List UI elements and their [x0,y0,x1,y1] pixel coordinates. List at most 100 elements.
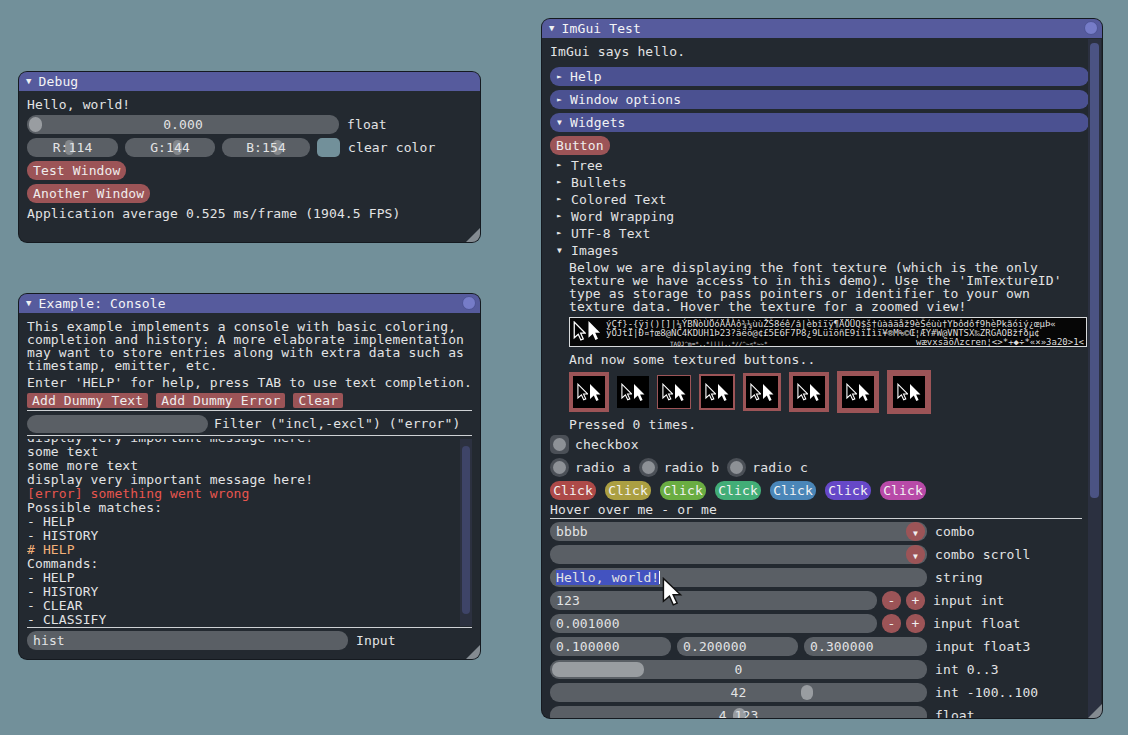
string-input-value: Hello, world! [556,570,659,585]
click-button-1[interactable]: Click [550,481,596,500]
resize-grip[interactable] [466,228,480,242]
combo[interactable]: bbbb ▼ [550,522,927,541]
image-button-2[interactable] [617,376,649,408]
window-scrollbar-grab[interactable] [1090,43,1099,498]
log-scrollbar-track[interactable] [460,439,472,626]
resize-grip[interactable] [1088,704,1102,718]
input-float3-z-value: 0.300000 [804,637,927,656]
input-int-label: input int [933,591,1005,610]
input-int-field[interactable]: 123 [550,591,877,610]
input-float-value: 0.001000 [550,614,877,633]
click-button-5[interactable]: Click [770,481,816,500]
image-button-5[interactable] [743,373,781,411]
checkbox-mark [553,438,566,451]
another-window-button[interactable]: Another Window [27,184,150,203]
slider-int-0-3[interactable]: 0 [550,660,927,679]
color-g-value: G:144 [125,138,215,157]
header-help[interactable]: ► Help [550,67,1089,86]
input-int-minus-button[interactable]: - [882,591,901,610]
console-input[interactable]: hist [27,631,348,650]
slider-int-100-label: int -100..100 [935,683,1038,702]
collapse-arrow-icon[interactable]: ▼ [26,77,32,86]
hello-text: Hello, world! [27,98,472,111]
console-log[interactable]: display very important message here! som… [27,439,472,626]
header-label: Widgets [570,115,626,130]
combo-scroll[interactable]: ▼ [550,545,927,564]
log-scrollbar-grab[interactable] [462,446,470,614]
tree-node-tree[interactable]: ► Tree [557,159,1082,172]
tree-node-word-wrapping[interactable]: ► Word Wrapping [557,210,1082,223]
input-float3-x[interactable]: 0.100000 [550,637,671,656]
click-button-7[interactable]: Click [880,481,926,500]
radio-b[interactable] [639,458,658,477]
window-title: ImGui Test [562,21,641,36]
click-button-4[interactable]: Click [715,481,761,500]
combo-arrow-button[interactable]: ▼ [906,522,925,541]
click-button-2[interactable]: Click [605,481,651,500]
log-line: [error] something went wrong [27,487,472,501]
window-imgui-test: ▼ ImGui Test ImGui says hello. ► Help ► … [541,18,1103,719]
collapse-arrow-icon[interactable]: ▼ [549,24,555,33]
image-button-6[interactable] [789,372,829,412]
titlebar-imgui-test[interactable]: ▼ ImGui Test [542,19,1102,38]
collapse-arrow-icon[interactable]: ▼ [26,299,32,308]
input-float3-y[interactable]: 0.200000 [677,637,798,656]
add-dummy-error-button[interactable]: Add Dummy Error [156,393,285,408]
stats-text: Application average 0.525 ms/frame (1904… [27,207,472,220]
radio-b-label: radio b [664,460,720,475]
tree-label: Tree [571,159,603,172]
resize-grip[interactable] [466,645,480,659]
image-button-1[interactable] [569,372,609,412]
input-float-plus-button[interactable]: + [906,614,925,633]
log-line: - HISTORY [27,529,472,543]
input-float3-z[interactable]: 0.300000 [804,637,927,656]
clear-button[interactable]: Clear [293,393,343,408]
radio-c[interactable] [727,458,746,477]
input-float-minus-button[interactable]: - [882,614,901,633]
float-slider[interactable]: 0.000 [27,115,339,134]
combo-scroll-label: combo scroll [935,545,1030,564]
separator [27,627,472,628]
close-button[interactable] [462,296,476,310]
window-scrollbar-track[interactable] [1088,39,1101,717]
tree-node-utf8[interactable]: ► UTF-8 Text [557,227,1082,240]
color-r-value: R:114 [27,138,118,157]
add-dummy-text-button[interactable]: Add Dummy Text [27,393,148,408]
tree-node-colored-text[interactable]: ► Colored Text [557,193,1082,206]
log-line: Possible matches: [27,501,472,515]
log-line: - HELP [27,571,472,585]
slider-int-100[interactable]: 42 [550,683,927,702]
string-input[interactable]: Hello, world! [550,568,927,587]
textured-buttons-caption: And now some textured buttons.. [569,353,1082,366]
titlebar-debug[interactable]: ▼ Debug [19,72,480,91]
console-intro-line: timestamp, emitter, etc. [27,359,472,372]
tree-node-bullets[interactable]: ► Bullets [557,176,1082,189]
test-window-button[interactable]: Test Window [27,161,126,180]
combo-scroll-arrow-button[interactable]: ▼ [906,545,925,564]
click-button-3[interactable]: Click [660,481,706,500]
image-button-3[interactable] [657,375,691,409]
header-widgets[interactable]: ▼ Widgets [550,113,1089,132]
filter-input[interactable] [27,415,208,433]
click-button-6[interactable]: Click [825,481,871,500]
slider-float[interactable]: 4.123 [550,706,927,719]
color-g-slider[interactable]: G:144 [125,138,215,157]
input-int-plus-button[interactable]: + [906,591,925,610]
image-button-4[interactable] [699,374,735,410]
font-texture-image[interactable]: ýÇf}-{ÿj()[]|¼ÝBÑòÙÖóÄÂÀô¾¼ùùŽŠ8éê/â|èbî… [569,317,1087,347]
radio-mark [730,461,743,474]
input-float-field[interactable]: 0.001000 [550,614,877,633]
log-line: Commands: [27,557,472,571]
button-widget[interactable]: Button [550,136,610,155]
color-r-slider[interactable]: R:114 [27,138,118,157]
tree-node-images[interactable]: ▼ Images [557,244,1082,257]
image-button-7[interactable] [837,371,879,413]
header-window-options[interactable]: ► Window options [550,90,1089,109]
clear-color-swatch[interactable] [317,138,340,157]
close-button[interactable] [1084,21,1098,35]
image-button-8[interactable] [887,370,931,414]
radio-a[interactable] [550,458,569,477]
checkbox[interactable] [550,435,569,454]
titlebar-console[interactable]: ▼ Example: Console [19,294,480,313]
color-b-slider[interactable]: B:154 [222,138,310,157]
